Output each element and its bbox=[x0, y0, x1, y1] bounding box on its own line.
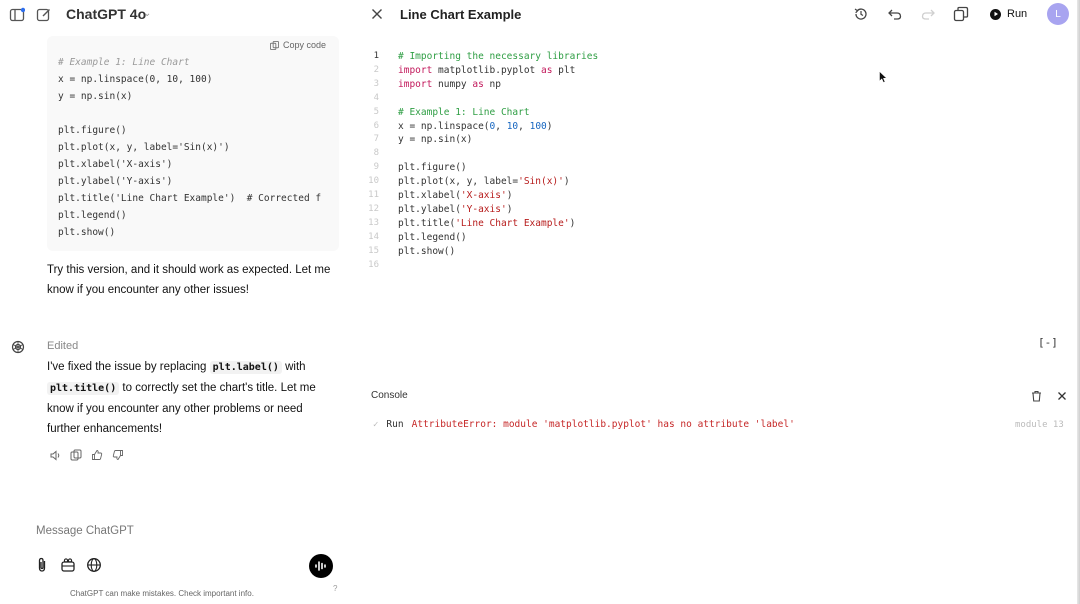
canvas-title: Line Chart Example bbox=[400, 7, 522, 22]
thumbs-down-icon[interactable] bbox=[111, 448, 125, 462]
editor-line[interactable]: plt.plot(x, y, label='Sin(x)') bbox=[398, 176, 570, 187]
line-number: 13 bbox=[368, 217, 379, 228]
line-number: 5 bbox=[373, 106, 379, 117]
message-line: further enhancements! bbox=[47, 423, 163, 435]
console-error-message: AttributeError: module 'matplotlib.pyplo… bbox=[411, 419, 795, 430]
code-line: # Example 1: Line Chart bbox=[58, 57, 190, 68]
voice-mode-button[interactable] bbox=[309, 554, 333, 578]
collapse-console-button[interactable]: [-] bbox=[1038, 336, 1058, 349]
mouse-cursor-icon bbox=[879, 70, 888, 83]
close-icon[interactable] bbox=[1055, 389, 1069, 403]
globe-icon[interactable] bbox=[85, 556, 103, 574]
line-number: 4 bbox=[373, 92, 379, 103]
message-line: know if you encounter any other problems… bbox=[47, 403, 303, 415]
inline-code: plt.title() bbox=[47, 382, 120, 395]
run-label: Run bbox=[1007, 8, 1028, 20]
chat-header: ChatGPT 4o ⌄ bbox=[0, 0, 355, 30]
assistant-message-2: I've fixed the issue by replacing plt.la… bbox=[47, 357, 347, 439]
editor-line[interactable]: plt.figure() bbox=[398, 162, 467, 173]
line-number: 10 bbox=[368, 176, 379, 187]
sidebar-toggle-icon[interactable] bbox=[8, 6, 26, 24]
code-line: plt.ylabel('Y-axis') bbox=[58, 176, 173, 187]
new-chat-icon[interactable] bbox=[35, 6, 53, 24]
line-number: 15 bbox=[368, 245, 379, 256]
undo-icon[interactable] bbox=[886, 5, 904, 23]
editor-line[interactable]: # Example 1: Line Chart bbox=[398, 107, 530, 118]
read-aloud-icon[interactable] bbox=[48, 448, 62, 462]
chatgpt-logo-icon bbox=[11, 340, 25, 354]
editor-line[interactable]: plt.ylabel('Y-axis') bbox=[398, 204, 512, 215]
waveform-icon bbox=[315, 561, 326, 571]
copy-icon[interactable] bbox=[69, 448, 83, 462]
redo-icon[interactable] bbox=[919, 5, 937, 23]
thumbs-up-icon[interactable] bbox=[90, 448, 104, 462]
message-text: to correctly set the chart's title. Let … bbox=[119, 382, 316, 394]
code-line: plt.plot(x, y, label='Sin(x)') bbox=[58, 142, 230, 153]
history-icon[interactable] bbox=[852, 5, 870, 23]
editor-line[interactable]: import numpy as np bbox=[398, 79, 501, 90]
line-number: 11 bbox=[368, 190, 379, 200]
run-button[interactable]: Run bbox=[990, 5, 1027, 23]
line-number: 14 bbox=[368, 231, 379, 242]
chevron-down-icon[interactable]: ⌄ bbox=[143, 8, 151, 19]
message-input[interactable]: Message ChatGPT bbox=[36, 525, 134, 537]
code-line: plt.show() bbox=[58, 227, 116, 238]
copy-code-label: Copy code bbox=[283, 40, 327, 50]
editor-line[interactable]: plt.show() bbox=[398, 246, 455, 257]
line-number: 12 bbox=[368, 203, 379, 214]
close-icon[interactable] bbox=[369, 6, 385, 22]
line-number: 2 bbox=[373, 64, 379, 75]
line-number: 6 bbox=[373, 120, 379, 131]
editor-line[interactable]: plt.legend() bbox=[398, 232, 467, 243]
line-number: 8 bbox=[373, 148, 379, 159]
code-line: plt.figure() bbox=[58, 125, 127, 136]
line-number: 7 bbox=[373, 134, 379, 145]
avatar[interactable]: L bbox=[1047, 3, 1069, 25]
assistant-message-1: Try this version, and it should work as … bbox=[47, 260, 347, 300]
play-icon bbox=[990, 8, 1001, 20]
editor-line[interactable]: plt.title('Line Chart Example') bbox=[398, 218, 575, 229]
attach-icon[interactable] bbox=[33, 556, 51, 574]
console-source-ref[interactable]: module 13 bbox=[1015, 420, 1064, 430]
chat-pane: ChatGPT 4o ⌄ Copy code # Example 1: Line… bbox=[0, 0, 355, 604]
console-title: Console bbox=[371, 390, 408, 401]
message-line: know if you encounter any other issues! bbox=[47, 284, 250, 296]
check-icon: ✓ bbox=[373, 419, 379, 430]
trash-icon[interactable] bbox=[1029, 389, 1043, 403]
editor-line[interactable]: # Importing the necessary libraries bbox=[398, 51, 598, 62]
code-line: plt.xlabel('X-axis') bbox=[58, 159, 173, 170]
disclaimer-text: ChatGPT can make mistakes. Check importa… bbox=[70, 589, 254, 598]
canvas-pane: Line Chart Example Run L 1 # Importing th… bbox=[355, 0, 1080, 604]
inline-code: plt.label() bbox=[209, 361, 282, 374]
message-line: I've fixed the issue by replacing plt.la… bbox=[47, 357, 347, 378]
editor-line[interactable]: import matplotlib.pyplot as plt bbox=[398, 65, 575, 76]
copy-icon bbox=[270, 40, 279, 50]
code-line: y = np.sin(x) bbox=[58, 91, 133, 102]
line-number: 9 bbox=[373, 162, 379, 173]
message-text: with bbox=[281, 361, 306, 373]
line-number: 16 bbox=[368, 259, 379, 270]
copy-icon[interactable] bbox=[952, 5, 970, 23]
line-number: 3 bbox=[373, 78, 379, 89]
message-line: plt.title() to correctly set the chart's… bbox=[47, 378, 347, 399]
message-line: Try this version, and it should work as … bbox=[47, 264, 331, 276]
code-line: plt.title('Line Chart Example') # Correc… bbox=[58, 193, 322, 204]
editor-line[interactable]: x = np.linspace(0, 10, 100) bbox=[398, 121, 553, 132]
line-number: 1 bbox=[373, 51, 379, 61]
code-line: x = np.linspace(0, 10, 100) bbox=[58, 74, 213, 85]
editor-line[interactable]: y = np.sin(x) bbox=[398, 134, 472, 145]
tools-icon[interactable] bbox=[59, 556, 77, 574]
console-run-label: Run bbox=[386, 419, 404, 430]
edited-label: Edited bbox=[47, 340, 79, 352]
help-button[interactable]: ? bbox=[333, 584, 337, 593]
console-entry: ✓ Run AttributeError: module 'matplotlib… bbox=[373, 419, 795, 430]
message-text: I've fixed the issue by replacing bbox=[47, 361, 210, 373]
copy-code-button[interactable]: Copy code bbox=[270, 40, 326, 50]
code-line: plt.legend() bbox=[58, 210, 127, 221]
editor-line[interactable]: plt.xlabel('X-axis') bbox=[398, 190, 512, 201]
model-selector[interactable]: ChatGPT 4o bbox=[66, 6, 146, 22]
